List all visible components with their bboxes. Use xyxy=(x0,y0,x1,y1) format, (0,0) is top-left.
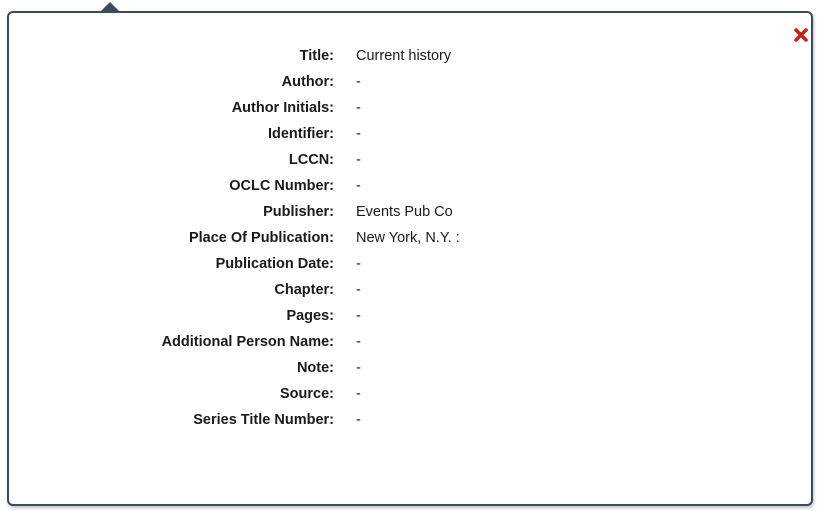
field-value: Events Pub Co xyxy=(356,204,453,220)
field-row-identifier: Identifier: - xyxy=(9,121,811,147)
field-value: - xyxy=(356,386,361,402)
field-row-place-of-publication: Place Of Publication: New York, N.Y. : xyxy=(9,225,811,251)
field-label: Pages: xyxy=(286,308,334,324)
field-value: - xyxy=(356,360,361,376)
field-label: Place Of Publication: xyxy=(188,230,334,246)
field-row-publication-date: Publication Date: - xyxy=(9,251,811,277)
field-label: Publication Date: xyxy=(215,256,334,272)
field-row-publisher: Publisher: Events Pub Co xyxy=(9,199,811,225)
field-row-chapter: Chapter: - xyxy=(9,277,811,303)
field-row-series-title-number: Series Title Number: - xyxy=(9,407,811,433)
field-value: - xyxy=(356,152,361,168)
field-label: LCCN: xyxy=(288,152,334,168)
field-label: Identifier: xyxy=(267,126,334,142)
page-top-strip xyxy=(0,0,817,6)
field-value: - xyxy=(356,282,361,298)
field-value: - xyxy=(356,126,361,142)
field-row-additional-person-name: Additional Person Name: - xyxy=(9,329,811,355)
close-x-icon[interactable] xyxy=(793,27,809,43)
field-label: Chapter: xyxy=(274,282,334,298)
field-label: Note: xyxy=(296,360,334,376)
field-value: New York, N.Y. : xyxy=(356,230,460,246)
field-value: - xyxy=(356,256,361,272)
field-row-author-initials: Author Initials: - xyxy=(9,95,811,121)
field-label: Source: xyxy=(280,386,334,402)
field-label: Publisher: xyxy=(263,204,334,220)
field-row-note: Note: - xyxy=(9,355,811,381)
field-label: Title: xyxy=(299,48,334,64)
field-label: Author: xyxy=(281,74,334,90)
field-value: - xyxy=(356,334,361,350)
record-details-popup: Title: Current history Author: - Author … xyxy=(7,11,813,506)
field-value: - xyxy=(356,412,361,428)
details-list: Title: Current history Author: - Author … xyxy=(9,43,811,433)
field-row-oclc-number: OCLC Number: - xyxy=(9,173,811,199)
field-value: - xyxy=(356,100,361,116)
field-row-pages: Pages: - xyxy=(9,303,811,329)
field-value: Current history xyxy=(356,48,452,64)
field-label: Additional Person Name: xyxy=(161,334,334,350)
close-button[interactable] xyxy=(793,27,809,43)
field-label: Series Title Number: xyxy=(193,412,334,428)
field-label: OCLC Number: xyxy=(229,178,334,194)
field-row-title: Title: Current history xyxy=(9,43,811,69)
field-row-author: Author: - xyxy=(9,69,811,95)
field-value: - xyxy=(356,178,361,194)
field-label: Author Initials: xyxy=(231,100,334,116)
field-row-lccn: LCCN: - xyxy=(9,147,811,173)
field-value: - xyxy=(356,308,361,324)
field-value: - xyxy=(356,74,361,90)
field-row-source: Source: - xyxy=(9,381,811,407)
